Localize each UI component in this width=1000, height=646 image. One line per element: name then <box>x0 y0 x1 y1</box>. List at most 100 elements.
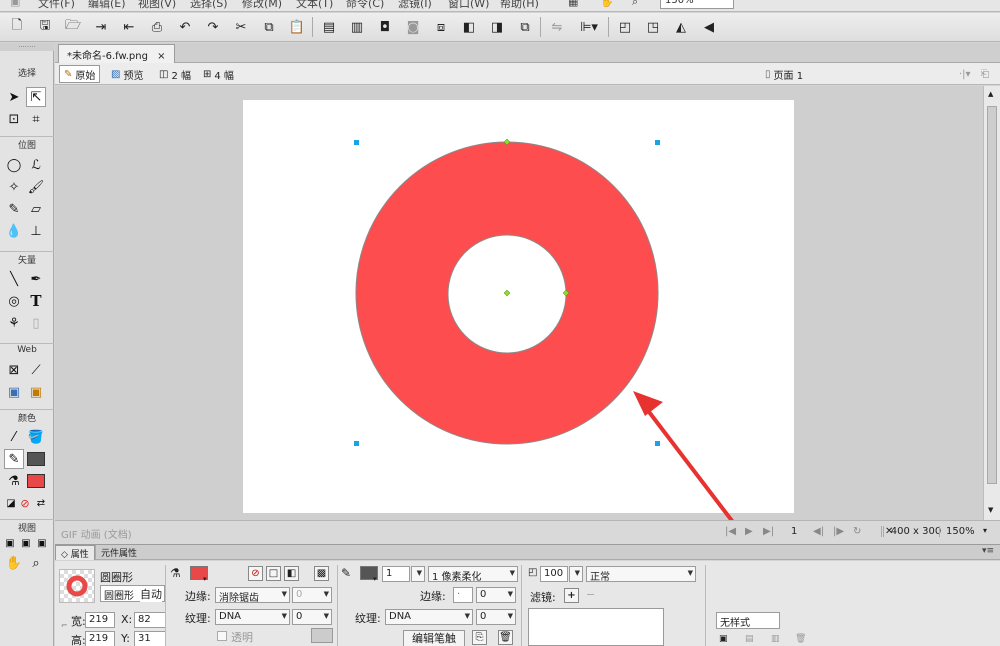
subselect-tool-icon[interactable]: ⇱ <box>26 87 46 107</box>
slice-tool-icon[interactable]: ⟋ <box>26 360 46 380</box>
delete-stroke-icon[interactable]: 🗑 <box>498 630 513 645</box>
selection-handle[interactable] <box>354 441 359 446</box>
transparent-checkbox[interactable] <box>217 631 227 641</box>
symbol-properties-tab[interactable]: 元件属性 <box>95 545 142 560</box>
swap-colors-icon[interactable]: ⇄ <box>31 493 51 513</box>
first-frame-icon[interactable]: |◀ <box>725 526 736 537</box>
split-icon[interactable]: ◙ <box>404 18 422 36</box>
remove-filter-icon[interactable]: − <box>586 588 595 601</box>
text-tool-icon[interactable]: T <box>26 291 46 311</box>
rotate-right-icon[interactable]: ◳ <box>644 18 662 36</box>
stroke-swatch-arrow-icon[interactable]: ▾ <box>373 575 377 583</box>
break-style-icon[interactable]: ▥ <box>771 634 780 644</box>
fill-texture-amount[interactable]: 0 <box>292 609 332 625</box>
style-dropdown[interactable]: 无样式 <box>716 612 780 629</box>
undo-icon[interactable]: ↶ <box>176 18 194 36</box>
selection-handle[interactable] <box>655 140 660 145</box>
layout-icon[interactable]: ▦ <box>568 0 578 8</box>
freeform-tool-icon[interactable]: ⚘ <box>4 313 24 333</box>
opacity-dropdown[interactable] <box>569 566 583 582</box>
distribute-icon[interactable]: ⇋ <box>548 18 566 36</box>
fill-pattern-icon[interactable]: ▩ <box>314 566 329 581</box>
view-2up-button[interactable]: ◫ 2 幅 <box>155 65 195 83</box>
fill-bucket-icon[interactable]: ⚗ <box>170 566 181 580</box>
blur-tool-icon[interactable]: 💧 <box>4 221 24 241</box>
stroke-edge-slider[interactable]: · <box>453 587 473 603</box>
zoom-icon[interactable]: ⌕ <box>632 0 638 9</box>
paint-bucket-icon[interactable]: 🪣 <box>26 427 46 447</box>
vertical-scrollbar[interactable]: ▲ ▼ <box>983 86 1000 520</box>
properties-tab[interactable]: ◇ 属性 <box>55 545 95 560</box>
last-frame-icon[interactable]: ▶| <box>763 526 774 537</box>
pen-tool-icon[interactable]: ✒ <box>26 269 46 289</box>
delete-style-icon[interactable]: 🗑 <box>795 634 806 644</box>
panel-menu-icon[interactable]: ▾≡ <box>977 545 999 560</box>
magic-wand-icon[interactable]: ✧ <box>4 177 24 197</box>
scroll-up-icon[interactable]: ▲ <box>988 90 993 98</box>
align-icon[interactable]: ⊫▾ <box>576 18 602 36</box>
menu-help[interactable]: 帮助(H) <box>500 0 539 11</box>
stroke-color-swatch[interactable] <box>27 452 45 466</box>
blend-mode-dropdown[interactable]: 正常 <box>586 566 696 582</box>
canvas-size[interactable]: 400 x 300 <box>883 526 943 537</box>
lasso-tool-icon[interactable]: ℒ <box>26 155 46 175</box>
bring-forward-icon[interactable]: ◧ <box>460 18 478 36</box>
add-filter-icon[interactable]: + <box>564 588 579 603</box>
tab-close-icon[interactable]: × <box>157 51 165 62</box>
rotate-left-icon[interactable]: ◰ <box>616 18 634 36</box>
ungroup-icon[interactable]: ▥ <box>348 18 366 36</box>
fill-edge-amount[interactable]: 0 <box>292 587 332 603</box>
stroke-type-dropdown[interactable]: 1 像素柔化 <box>428 566 518 582</box>
scale-tool-icon[interactable]: ⊡ <box>4 109 24 129</box>
menu-file[interactable]: 文件(F) <box>38 0 75 11</box>
copy-icon[interactable]: ⧉ <box>260 18 278 36</box>
loop-icon[interactable]: ↻ <box>853 526 861 537</box>
knife-tool-icon[interactable]: ▯ <box>26 313 46 333</box>
fill-color-swatch[interactable] <box>27 474 45 488</box>
panel-grip[interactable]: ········ <box>0 43 54 51</box>
zoom-dropdown-icon[interactable]: ▾ <box>983 526 987 535</box>
bring-front-icon[interactable]: ⧈ <box>432 18 450 36</box>
menu-text[interactable]: 文本(T) <box>296 0 333 11</box>
brush-tool-icon[interactable]: 🖌 <box>26 177 46 197</box>
flip-horizontal-icon[interactable]: ◭ <box>672 18 690 36</box>
stroke-texture-dropdown[interactable]: DNA <box>385 609 473 625</box>
opacity-field[interactable]: 100 <box>540 566 568 582</box>
page-options-icon[interactable]: ⎗ <box>977 65 993 83</box>
fill-edge-dropdown[interactable]: 消除锯齿 <box>215 587 290 603</box>
eraser-tool-icon[interactable]: ▱ <box>26 199 46 219</box>
zoom-tool-icon[interactable]: ⌕ <box>26 553 46 573</box>
next-frame-icon[interactable]: |▶ <box>833 526 844 537</box>
zoom-combo[interactable]: 150% <box>660 0 734 9</box>
send-backward-icon[interactable]: ◨ <box>488 18 506 36</box>
print-icon[interactable]: ⎙ <box>148 18 166 36</box>
selection-handle[interactable] <box>354 140 359 145</box>
hand-icon[interactable]: ✋ <box>600 0 614 8</box>
page-selector[interactable]: ▯ 页面 1 <box>761 65 807 83</box>
join-icon[interactable]: ◘ <box>376 18 394 36</box>
eyedropper-tool-icon[interactable]: ⁄ <box>4 427 24 447</box>
collapse-icon[interactable]: ◇ <box>61 550 68 560</box>
play-icon[interactable]: ▶ <box>745 526 753 537</box>
stroke-size-field[interactable]: 1 <box>382 566 410 582</box>
stroke-size-dropdown[interactable] <box>411 566 425 582</box>
view-4up-button[interactable]: ⊞ 4 幅 <box>199 65 238 83</box>
cut-icon[interactable]: ✂ <box>232 18 250 36</box>
crop-tool-icon[interactable]: ⌗ <box>26 109 46 129</box>
send-back-icon[interactable]: ⧉ <box>516 18 534 36</box>
view-original-button[interactable]: ✎ 原始 <box>59 65 101 83</box>
hide-slices-icon[interactable]: ▣ <box>4 382 24 402</box>
fill-solid-icon[interactable]: □ <box>266 566 281 581</box>
stroke-edge-amount[interactable]: 0 <box>476 587 516 603</box>
redo-icon[interactable]: ↷ <box>204 18 222 36</box>
redefine-style-icon[interactable]: ▤ <box>745 634 754 644</box>
new-file-icon[interactable]: 🗋 <box>8 18 26 36</box>
stroke-pencil-icon[interactable]: ✎ <box>341 566 351 580</box>
prev-frame-icon[interactable]: ◀| <box>813 526 824 537</box>
filter-list[interactable] <box>528 608 664 646</box>
import-icon[interactable]: ⇥ <box>92 18 110 36</box>
stroke-color-icon[interactable]: ✎ <box>4 449 24 469</box>
scroll-down-icon[interactable]: ▼ <box>988 506 993 514</box>
status-zoom[interactable]: 150% <box>939 526 975 537</box>
selection-handle[interactable] <box>655 441 660 446</box>
